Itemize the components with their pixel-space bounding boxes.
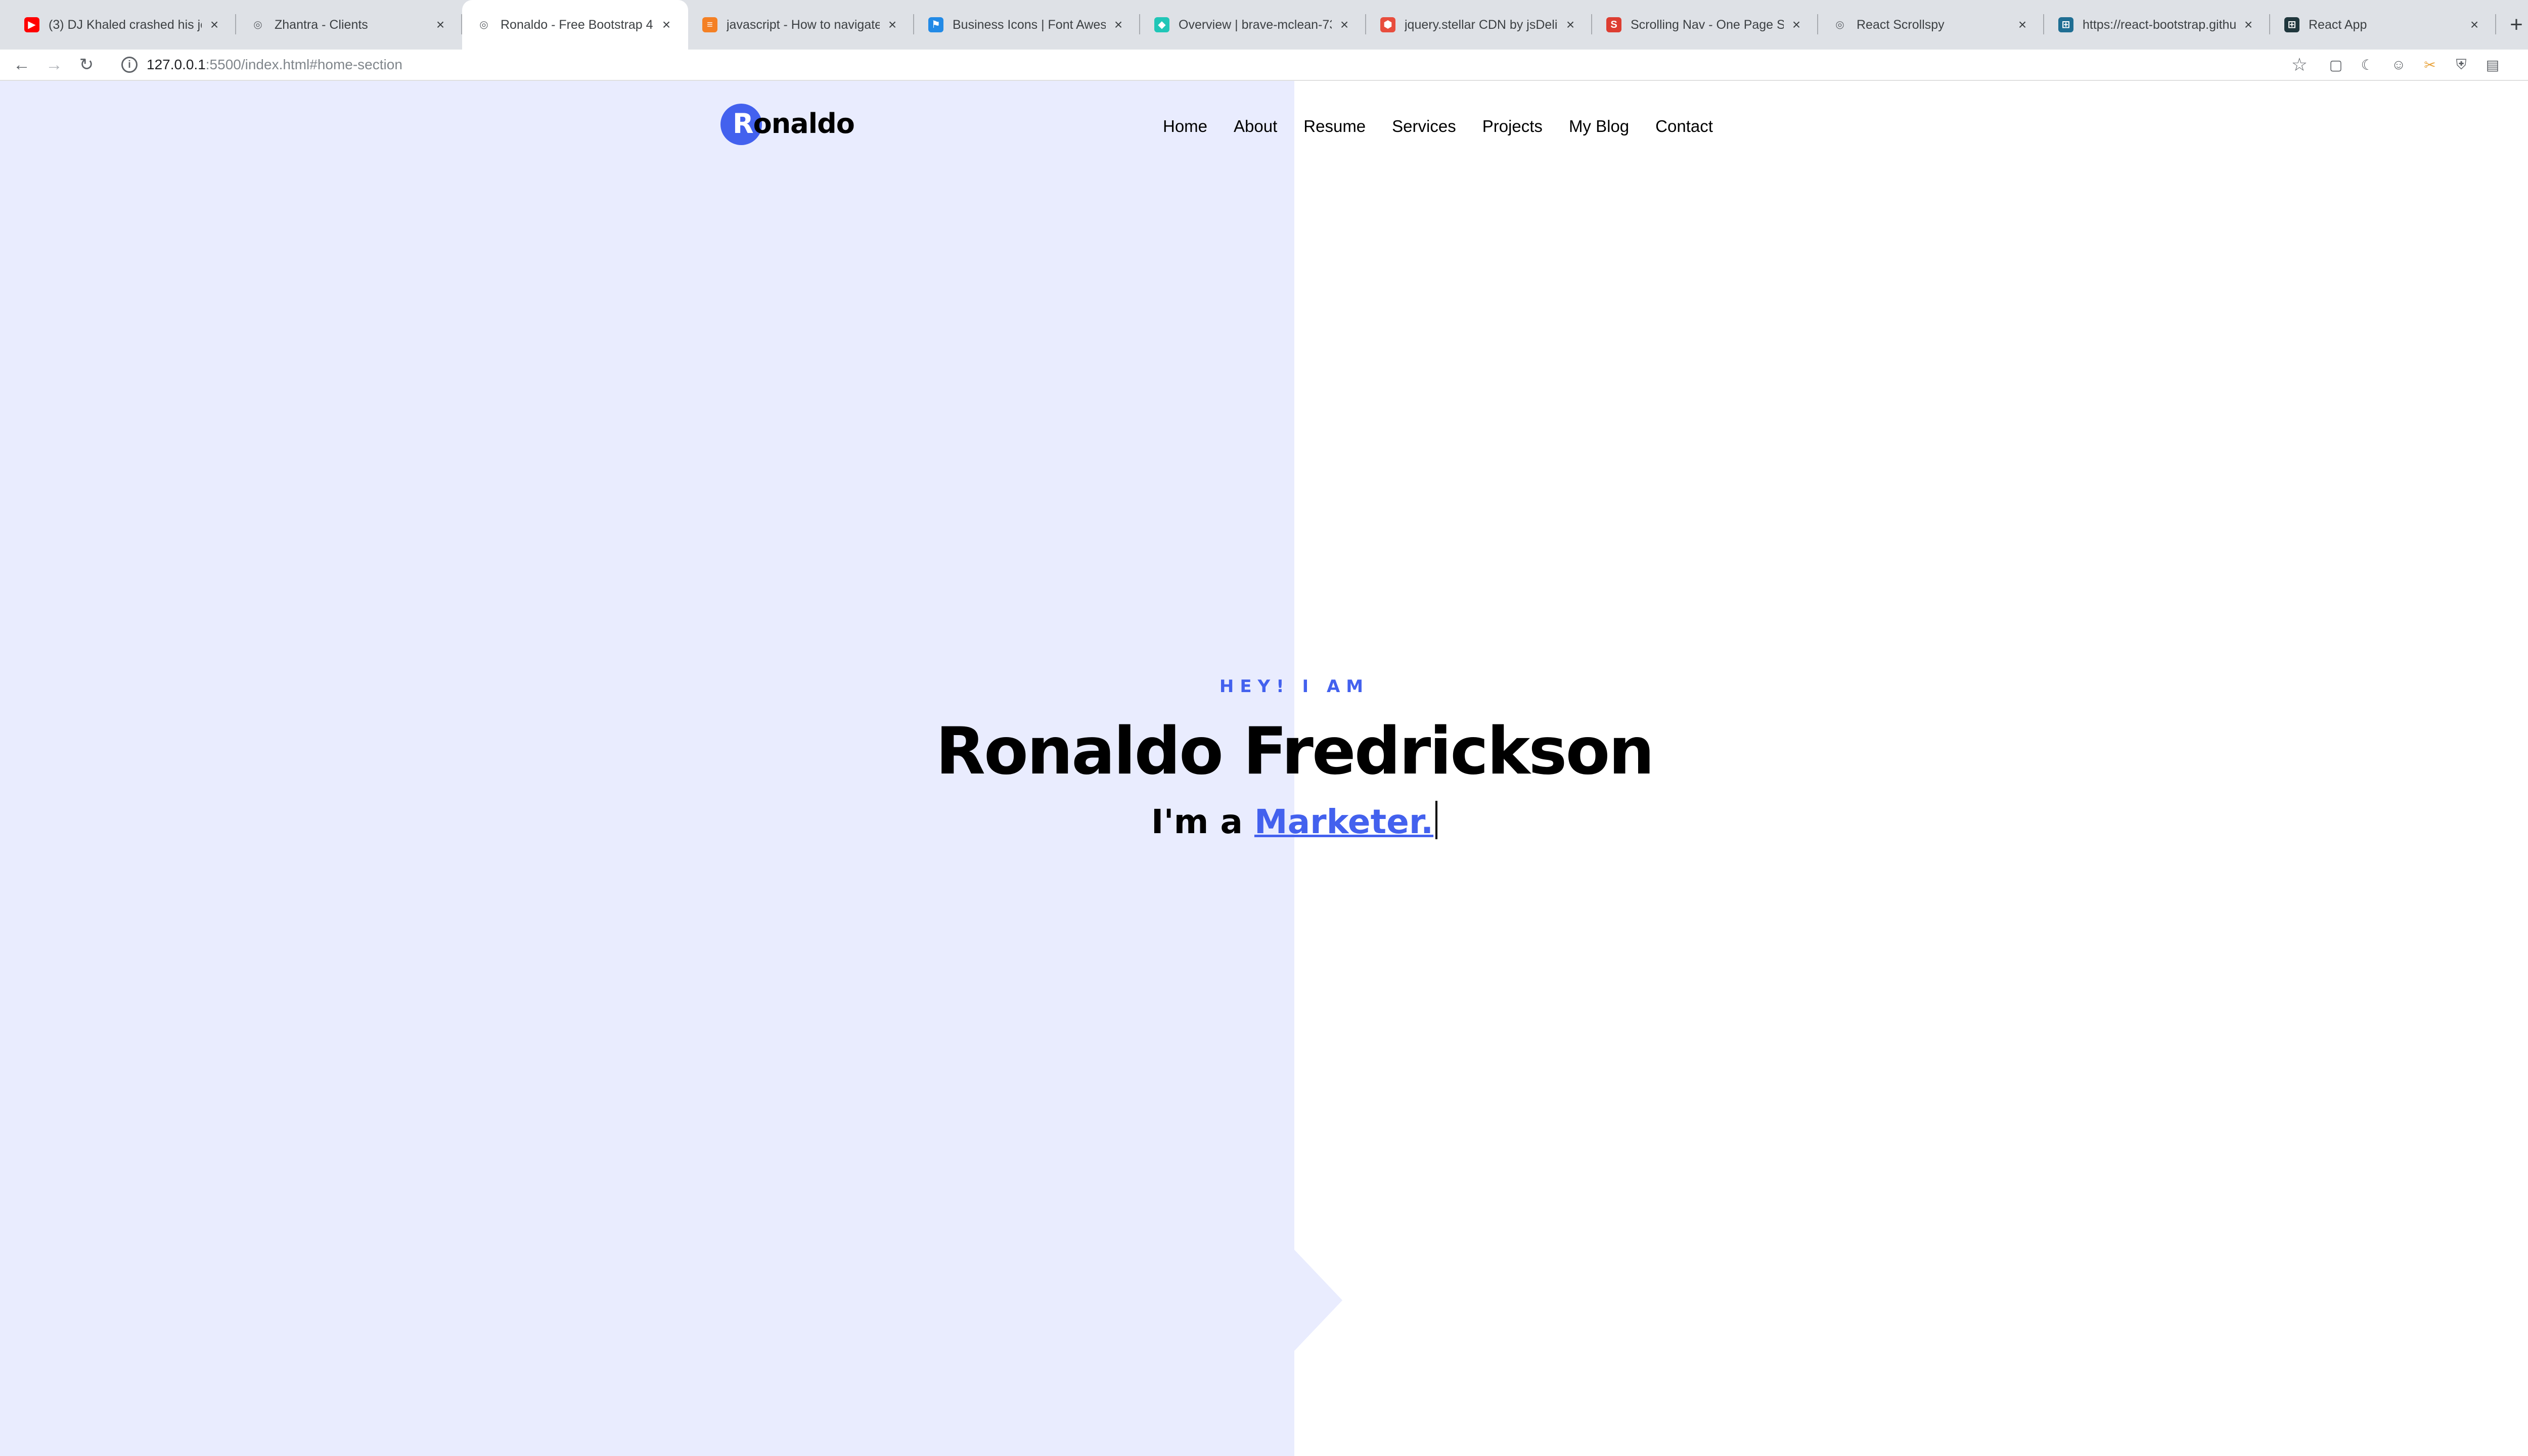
- browser-tab-title: jquery.stellar CDN by jsDeliv: [1405, 17, 1558, 32]
- browser-tab[interactable]: ◆ Overview | brave-mclean-73 ×: [1140, 0, 1366, 50]
- browser-tab-title: Ronaldo - Free Bootstrap 4: [501, 17, 653, 32]
- close-tab-icon[interactable]: ×: [2467, 17, 2482, 32]
- main-nav: Home About Resume Services Projects My B…: [1163, 111, 1739, 142]
- extension-tools-icon[interactable]: ✂: [2418, 53, 2442, 77]
- stackoverflow-icon: ≡: [702, 17, 717, 32]
- logo-rest: onaldo: [753, 108, 855, 140]
- close-tab-icon[interactable]: ×: [2241, 17, 2256, 32]
- hero-role-prefix: I'm a: [1151, 802, 1254, 841]
- extension-shield-icon[interactable]: ⛨: [2449, 53, 2473, 77]
- react-bootstrap-icon: ⊞: [2058, 17, 2073, 32]
- netlify-icon: ◆: [1154, 17, 1169, 32]
- browser-tab[interactable]: ≡ javascript - How to navigate ×: [688, 0, 914, 50]
- browser-tab-strip: ▶ (3) DJ Khaled crashed his je × ◎ Zhantra -…: [0, 0, 2528, 50]
- tab-separator: [2495, 14, 2496, 34]
- close-tab-icon[interactable]: ×: [433, 17, 448, 32]
- browser-tab-title: Scrolling Nav - One Page Sc: [1631, 17, 1784, 32]
- address-bar[interactable]: i 127.0.0.1:5500/index.html#home-section…: [112, 52, 2317, 77]
- close-tab-icon[interactable]: ×: [1111, 17, 1126, 32]
- fontawesome-flag-icon: ⚑: [928, 17, 943, 32]
- back-arrow-icon: ←: [13, 55, 30, 74]
- close-tab-icon[interactable]: ×: [885, 17, 900, 32]
- globe-icon: ◎: [253, 19, 262, 30]
- browser-tab-title: (3) DJ Khaled crashed his je: [49, 17, 202, 32]
- globe-icon: ◎: [1835, 19, 1844, 30]
- reload-button[interactable]: ↻: [73, 51, 100, 78]
- close-tab-icon[interactable]: ×: [1337, 17, 1352, 32]
- browser-tab-title: javascript - How to navigate: [727, 17, 880, 32]
- startbootstrap-icon: S: [1606, 17, 1621, 32]
- reload-icon: ↻: [79, 55, 94, 74]
- browser-tab-title: Business Icons | Font Aweso: [953, 17, 1106, 32]
- nav-services[interactable]: Services: [1392, 117, 1456, 136]
- nav-blog[interactable]: My Blog: [1569, 117, 1629, 136]
- react-app-icon: ⊞: [2284, 17, 2299, 32]
- bookmark-star-icon[interactable]: ☆: [2291, 54, 2308, 75]
- extension-emoji-icon[interactable]: ☺: [2386, 53, 2411, 77]
- browser-tab[interactable]: ⚑ Business Icons | Font Aweso ×: [914, 0, 1140, 50]
- close-tab-icon[interactable]: ×: [1789, 17, 1804, 32]
- browser-tab[interactable]: ◎ Ronaldo - Free Bootstrap 4 ×: [462, 0, 688, 50]
- close-tab-icon[interactable]: ×: [1563, 17, 1578, 32]
- close-tab-icon[interactable]: ×: [2015, 17, 2030, 32]
- hero-name: Ronaldo Fredrickson: [935, 714, 1654, 789]
- hero-kicker: HEY! I AM: [1219, 676, 1370, 697]
- browser-tab[interactable]: ⊞ https://react-bootstrap.githu ×: [2044, 0, 2270, 50]
- nav-about[interactable]: About: [1234, 117, 1277, 136]
- browser-tab-title: React Scrollspy: [1857, 17, 1945, 32]
- nav-contact[interactable]: Contact: [1655, 117, 1713, 136]
- browser-tab[interactable]: ⬢ jquery.stellar CDN by jsDeliv ×: [1366, 0, 1592, 50]
- site-logo[interactable]: Ronaldo: [720, 101, 855, 147]
- hero-notch-shape: [1294, 1250, 1342, 1351]
- browser-tab[interactable]: ⊞ React App ×: [2270, 0, 2496, 50]
- nav-projects[interactable]: Projects: [1482, 117, 1543, 136]
- profile-avatar-icon[interactable]: ●: [2525, 53, 2528, 77]
- hero-role: I'm a Marketer.: [0, 799, 2528, 845]
- browser-tab[interactable]: ▶ (3) DJ Khaled crashed his je ×: [10, 0, 236, 50]
- globe-icon: ◎: [479, 19, 488, 30]
- browser-toolbar: ← → ↻ i 127.0.0.1:5500/index.html#home-s…: [0, 50, 2528, 81]
- extension-blank-icon[interactable]: ▢: [2324, 53, 2348, 77]
- browser-tab-title: React App: [2309, 17, 2367, 32]
- nav-home[interactable]: Home: [1163, 117, 1207, 136]
- site-info-icon[interactable]: i: [121, 57, 138, 73]
- logo-text: Ronaldo: [733, 101, 855, 147]
- browser-tab[interactable]: ◎ React Scrollspy ×: [1818, 0, 2044, 50]
- browser-tab-title: https://react-bootstrap.githu: [2083, 17, 2236, 32]
- typing-caret: [1435, 801, 1438, 839]
- close-tab-icon[interactable]: ×: [207, 17, 222, 32]
- youtube-icon: ▶: [24, 17, 39, 32]
- browser-tab-title: Zhantra - Clients: [275, 17, 368, 32]
- forward-arrow-icon: →: [46, 55, 63, 74]
- new-tab-button[interactable]: +: [2496, 0, 2528, 50]
- extension-doc-icon[interactable]: ▤: [2480, 53, 2505, 77]
- close-tab-icon[interactable]: ×: [659, 17, 674, 32]
- address-host: 127.0.0.1: [147, 57, 206, 72]
- browser-tab[interactable]: S Scrolling Nav - One Page Sc ×: [1592, 0, 1818, 50]
- logo-first-letter: R: [733, 108, 754, 140]
- extension-moon-icon[interactable]: ☾: [2355, 53, 2379, 77]
- address-path: :5500/index.html#home-section: [205, 57, 402, 72]
- forward-button[interactable]: →: [40, 51, 68, 78]
- nav-resume[interactable]: Resume: [1303, 117, 1366, 136]
- browser-tab[interactable]: ◎ Zhantra - Clients ×: [236, 0, 462, 50]
- back-button[interactable]: ←: [8, 51, 35, 78]
- jsdelivr-icon: ⬢: [1380, 17, 1395, 32]
- browser-tab-title: Overview | brave-mclean-73: [1179, 17, 1332, 32]
- hero-role-typed: Marketer.: [1254, 802, 1434, 841]
- web-page: Ronaldo Home About Resume Services Proje…: [0, 81, 2528, 1456]
